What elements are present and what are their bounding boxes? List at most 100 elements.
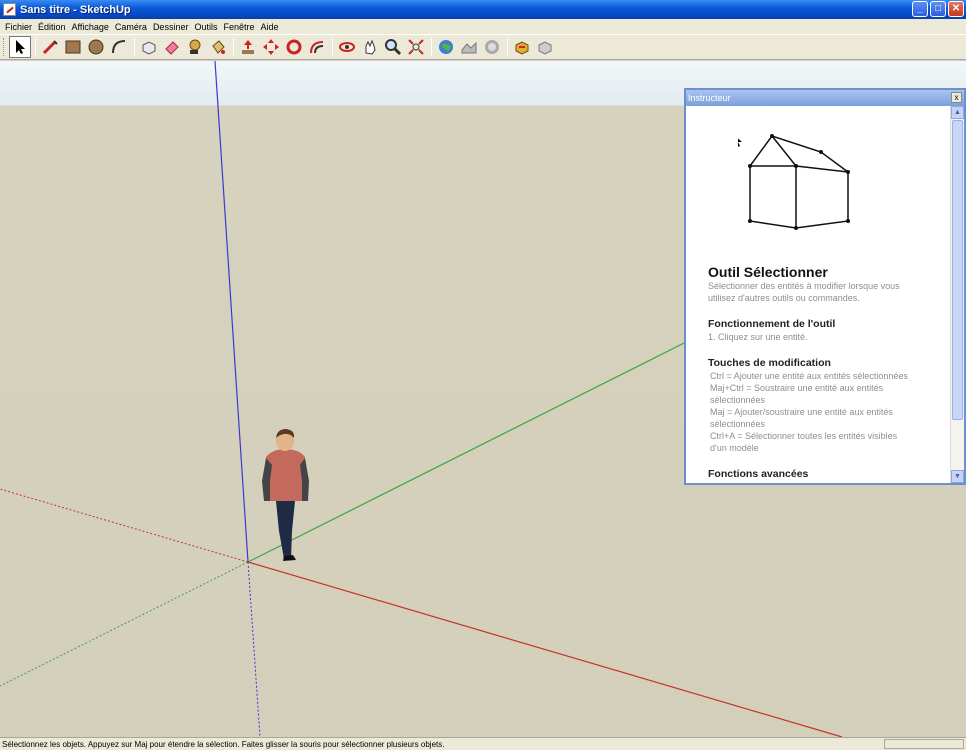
zoom-tool-button[interactable] (382, 36, 404, 58)
scroll-down-arrow-icon[interactable]: ▼ (951, 470, 964, 483)
person-figure[interactable] (262, 429, 309, 561)
line-tool-button[interactable] (39, 36, 61, 58)
toggle-terrain-icon (461, 41, 477, 54)
select-arrow-icon (16, 40, 25, 54)
share-model-icon (538, 41, 552, 55)
menu-fenetre[interactable]: Fenêtre (220, 22, 257, 32)
arc-tool-button[interactable] (108, 36, 130, 58)
modifier-key-line: sélectionnées (710, 419, 766, 429)
pencil-line-icon (42, 40, 58, 55)
zoom-icon (385, 39, 402, 56)
blue-axis (214, 61, 249, 563)
window-controls: _ □ ✕ (912, 1, 964, 17)
move-tool-button[interactable] (260, 36, 282, 58)
offset-tool-button[interactable] (306, 36, 328, 58)
red-axis-negative (0, 488, 249, 563)
toolbar-separator (233, 38, 234, 56)
status-text: Sélectionnez les objets. Appuyez sur Maj… (2, 739, 445, 749)
pan-tool-button[interactable] (359, 36, 381, 58)
instructor-title: Instructeur (688, 93, 731, 103)
menu-fichier[interactable]: Fichier (2, 22, 35, 32)
push-pull-icon (242, 40, 254, 54)
circle-tool-button[interactable] (85, 36, 107, 58)
rectangle-icon (65, 40, 81, 54)
move-icon (263, 39, 279, 55)
eraser-tool-button[interactable] (161, 36, 183, 58)
tape-measure-button[interactable] (184, 36, 206, 58)
zoom-extents-icon (408, 39, 424, 55)
orbit-icon (339, 42, 355, 52)
sketchup-window: { "window": { "title": "Sans titre - Ske… (0, 0, 966, 750)
status-bar: Sélectionnez les objets. Appuyez sur Maj… (0, 737, 966, 750)
share-model-button[interactable] (534, 36, 556, 58)
zoom-extents-button[interactable] (405, 36, 427, 58)
menu-bar: Fichier Édition Affichage Caméra Dessine… (0, 19, 966, 34)
modifier-key-line: Maj = Ajouter/soustraire une entité aux … (710, 407, 893, 417)
house-wireframe-icon (738, 134, 850, 230)
title-bar[interactable]: Sans titre - SketchUp _ □ ✕ (0, 0, 966, 19)
place-model-button[interactable] (481, 36, 503, 58)
measurements-box[interactable] (884, 739, 964, 749)
arc-icon (112, 40, 126, 54)
toolbar-separator (507, 38, 508, 56)
rectangle-tool-button[interactable] (62, 36, 84, 58)
instructor-close-button[interactable]: x (951, 92, 962, 103)
rotate-tool-button[interactable] (283, 36, 305, 58)
offset-icon (310, 41, 324, 54)
get-current-view-icon (439, 40, 453, 54)
get-models-icon (515, 41, 529, 55)
tool-title: Outil Sélectionner (708, 264, 828, 280)
blue-axis-negative (247, 561, 261, 737)
scroll-thumb[interactable] (952, 120, 963, 420)
tape-measure-icon (189, 39, 201, 54)
push-pull-button[interactable] (237, 36, 259, 58)
green-axis-negative (0, 561, 249, 687)
paint-bucket-icon (212, 40, 225, 54)
window-title: Sans titre - SketchUp (20, 3, 131, 16)
main-toolbar (0, 34, 966, 60)
menu-edition[interactable]: Édition (35, 22, 69, 32)
select-tool-button[interactable] (9, 36, 31, 58)
toolbar-grip[interactable] (3, 38, 6, 56)
make-component-icon (142, 41, 156, 55)
tool-description-line: utilisez d'autres outils ou commandes. (708, 293, 860, 303)
menu-camera[interactable]: Caméra (112, 22, 150, 32)
green-axis (247, 334, 701, 563)
toolbar-separator (134, 38, 135, 56)
toolbar-separator (35, 38, 36, 56)
tool-description-line: Sélectionner des entités à modifier lors… (708, 281, 900, 291)
section-advanced-title: Fonctions avancées (708, 468, 809, 480)
house-illustration (708, 106, 952, 254)
menu-affichage[interactable]: Affichage (69, 22, 112, 32)
orbit-tool-button[interactable] (336, 36, 358, 58)
instructor-content: Outil Sélectionner Sélectionner des enti… (686, 106, 952, 483)
toggle-terrain-button[interactable] (458, 36, 480, 58)
red-axis (247, 561, 843, 737)
modifier-key-line: Ctrl = Ajouter une entité aux entités sé… (710, 371, 908, 381)
paint-bucket-button[interactable] (207, 36, 229, 58)
minimize-button[interactable]: _ (912, 1, 928, 17)
modifier-keys-list: Ctrl = Ajouter une entité aux entités sé… (708, 370, 952, 454)
maximize-button[interactable]: □ (930, 1, 946, 17)
modifier-key-line: Maj+Ctrl = Soustraire une entité aux ent… (710, 383, 884, 393)
modifier-key-line: Ctrl+A = Sélectionner toutes les entités… (710, 431, 898, 441)
instructor-scrollbar[interactable]: ▲ ▼ (950, 106, 964, 483)
toolbar-separator (431, 38, 432, 56)
make-component-button[interactable] (138, 36, 160, 58)
menu-outils[interactable]: Outils (191, 22, 220, 32)
circle-icon (88, 39, 104, 55)
instructor-title-bar[interactable]: Instructeur x (686, 90, 964, 106)
menu-dessiner[interactable]: Dessiner (150, 22, 192, 32)
scroll-up-arrow-icon[interactable]: ▲ (951, 106, 964, 119)
get-current-view-button[interactable] (435, 36, 457, 58)
pan-icon (365, 39, 376, 55)
modifier-key-line: sélectionnées (710, 395, 766, 405)
menu-aide[interactable]: Aide (258, 22, 282, 32)
place-model-icon (485, 40, 499, 54)
sketchup-app-icon (3, 3, 16, 16)
rotate-icon (286, 39, 302, 55)
operation-step: 1. Cliquez sur une entité. (708, 332, 808, 342)
modifier-key-line: d'un modèle (710, 443, 759, 453)
close-button[interactable]: ✕ (948, 1, 964, 17)
get-models-button[interactable] (511, 36, 533, 58)
